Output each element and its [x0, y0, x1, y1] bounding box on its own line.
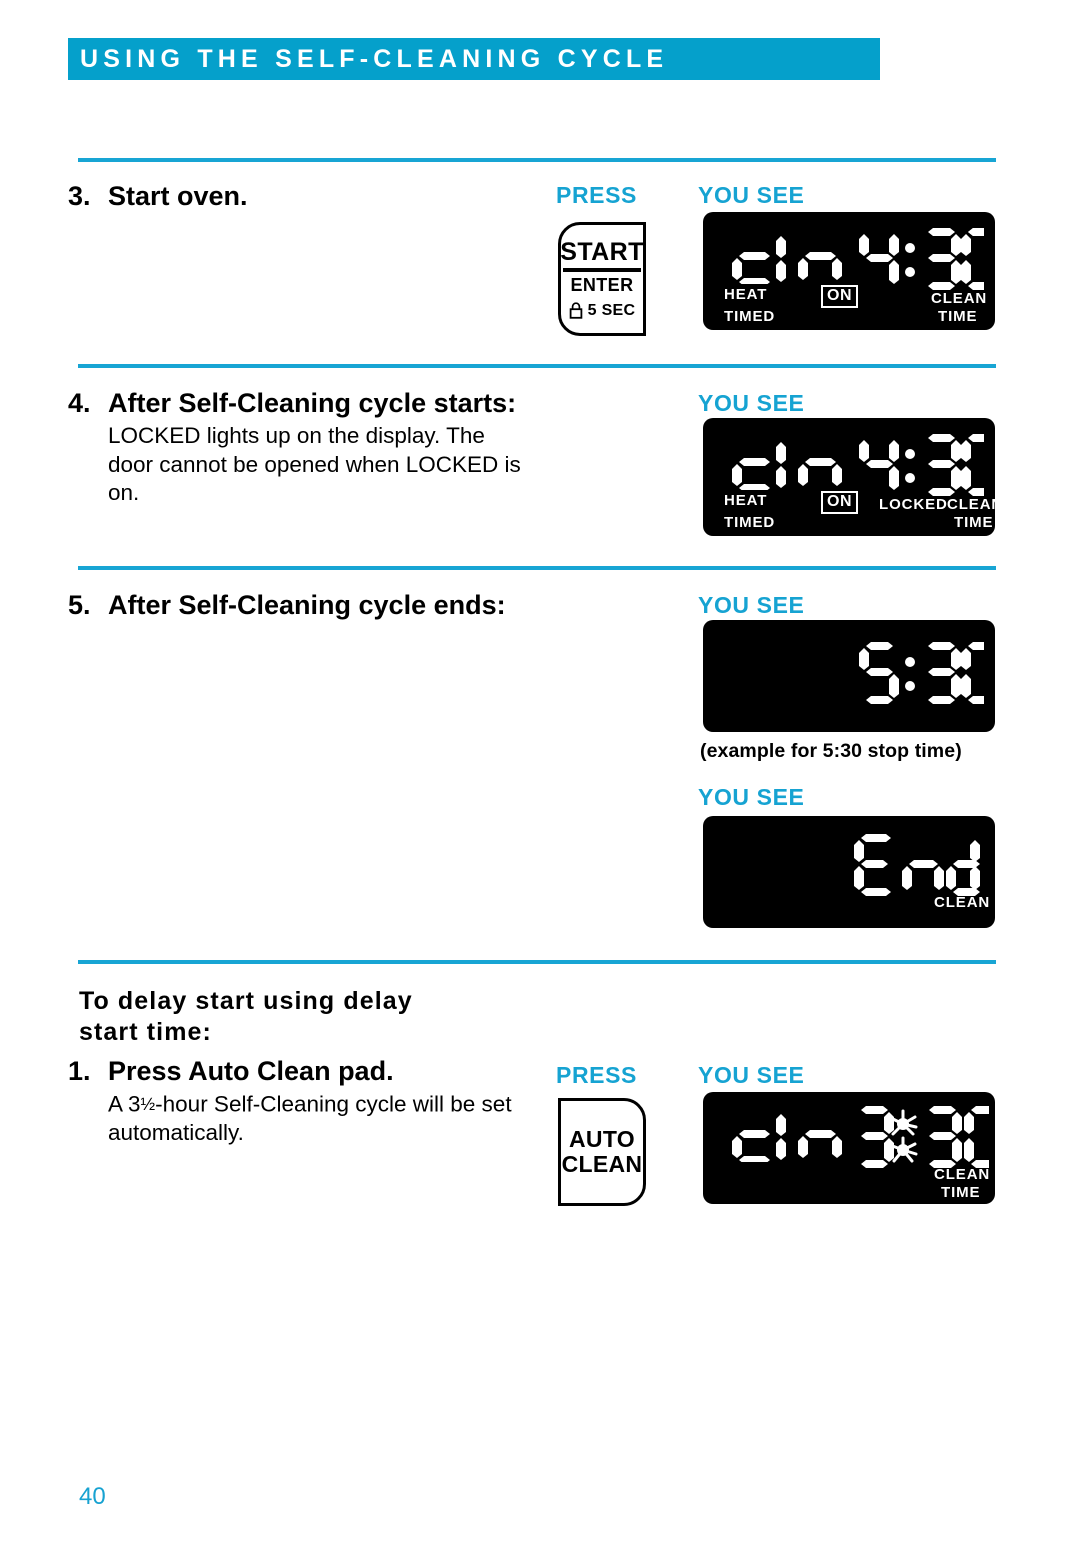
press-column-label-step3: PRESS — [556, 182, 637, 208]
display-indicator-timed-step4: TIMED — [724, 514, 776, 531]
delay-body-prefix: A 3 — [108, 1091, 141, 1117]
you-see-column-label-step3: YOU SEE — [698, 182, 805, 208]
display-indicator-clean-delay: CLEAN — [934, 1166, 991, 1183]
page-header-banner: USING THE SELF-CLEANING CYCLE — [68, 38, 880, 80]
oven-display-step5-stoptime — [703, 620, 1001, 732]
step-5-heading: After Self-Cleaning cycle ends: — [108, 590, 506, 620]
start-pad-label: START — [560, 237, 644, 266]
press-column-label-delay: PRESS — [556, 1062, 637, 1088]
step-4-heading: After Self-Cleaning cycle starts: — [108, 388, 517, 418]
delay-step-1-body: A 3½-hour Self-Cleaning cycle will be se… — [108, 1090, 528, 1147]
page-number: 40 — [79, 1483, 106, 1510]
step-3-number: 3. — [68, 181, 91, 211]
delay-heading-line2: start time: — [79, 1018, 212, 1046]
display-indicator-time-delay: TIME — [941, 1184, 981, 1201]
step-5-number: 5. — [68, 590, 91, 620]
oven-display-step3: HEAT TIMED ON CLEAN TIME — [703, 212, 1001, 330]
display-indicator-clean-step4: CLEAN — [947, 496, 1004, 513]
start-pad-hold-row: 5 SEC — [569, 302, 636, 320]
delay-step-1-heading: Press Auto Clean pad. — [108, 1056, 394, 1086]
divider-step4 — [78, 364, 996, 368]
delay-step-1-number: 1. — [68, 1056, 91, 1086]
stop-time-caption: (example for 5:30 stop time) — [700, 740, 962, 762]
step-3-heading: Start oven. — [108, 181, 248, 211]
manual-page: USING THE SELF-CLEANING CYCLE 3. Start o… — [0, 0, 1080, 1560]
you-see-column-label-step5b: YOU SEE — [698, 784, 805, 810]
start-pad[interactable]: START ENTER 5 SEC — [558, 222, 646, 336]
step-4-number: 4. — [68, 388, 91, 418]
auto-clean-pad[interactable]: AUTO CLEAN — [558, 1098, 646, 1206]
display-indicator-heat-step3: HEAT — [724, 286, 768, 303]
display-word-cln-step4 — [727, 434, 843, 495]
delay-body-suffix: -hour Self-Cleaning cycle will be set au… — [108, 1091, 512, 1145]
auto-clean-pad-label-clean: CLEAN — [561, 1151, 643, 1177]
lock-icon — [569, 302, 582, 319]
start-pad-rule — [563, 267, 641, 272]
display-digits-step5-stoptime — [858, 636, 1001, 717]
display-indicator-locked-step4: LOCKED — [879, 496, 948, 513]
divider-delay-section — [78, 960, 996, 964]
delay-heading-line1: To delay start using delay — [79, 987, 413, 1015]
delay-body-fraction: ½ — [140, 1094, 156, 1114]
display-indicator-time-step3: TIME — [938, 308, 978, 325]
you-see-column-label-delay: YOU SEE — [698, 1062, 805, 1088]
divider-step5 — [78, 566, 996, 570]
you-see-column-label-step5a: YOU SEE — [698, 592, 805, 618]
display-indicator-clean-step3: CLEAN — [931, 290, 988, 307]
display-word-cln-delay — [727, 1106, 843, 1167]
oven-display-delay: CLEAN TIME — [703, 1092, 1004, 1204]
auto-clean-pad-label-auto: AUTO — [569, 1126, 635, 1152]
you-see-column-label-step4: YOU SEE — [698, 390, 805, 416]
start-pad-inner: START ENTER 5 SEC — [560, 225, 644, 333]
page-title: USING THE SELF-CLEANING CYCLE — [80, 45, 669, 73]
auto-clean-pad-inner: AUTO CLEAN — [561, 1101, 643, 1203]
display-indicator-on-step4: ON — [821, 491, 858, 514]
display-indicator-clean-end: CLEAN — [934, 894, 991, 911]
display-indicator-on-step3: ON — [821, 285, 858, 308]
oven-display-step5-end: CLEAN — [703, 816, 995, 928]
oven-display-step4: HEAT TIMED ON LOCKED CLEAN TIME — [703, 418, 1002, 536]
display-indicator-heat-step4: HEAT — [724, 492, 768, 509]
display-word-cln-step3 — [727, 228, 843, 289]
step-4-body: LOCKED lights up on the display. The doo… — [108, 423, 521, 505]
delay-section-heading: To delay start using delay start time: — [79, 986, 549, 1048]
start-pad-sec-label: 5 SEC — [587, 301, 636, 319]
display-indicator-timed-step3: TIMED — [724, 308, 776, 325]
divider-top — [78, 158, 996, 162]
start-pad-enter-label: ENTER — [570, 274, 634, 295]
display-indicator-time-step4: TIME — [954, 514, 994, 531]
